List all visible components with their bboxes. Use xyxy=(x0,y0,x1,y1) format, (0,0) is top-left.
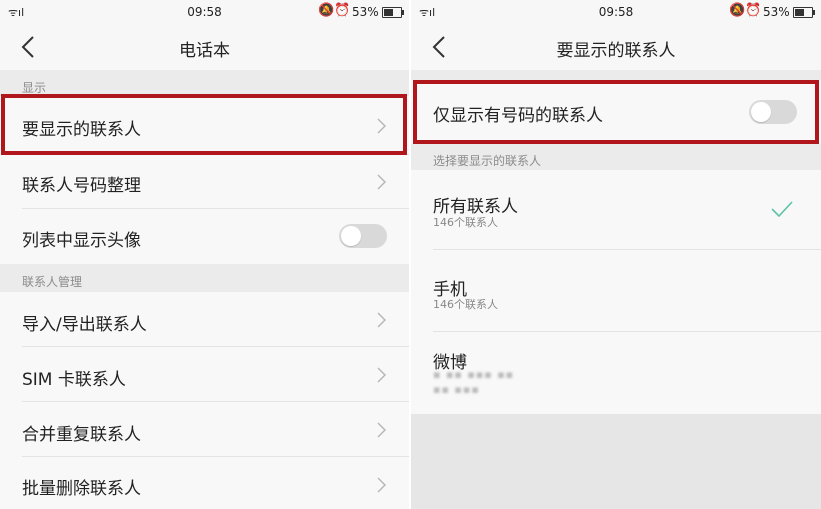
row-label: 合并重复联系人 xyxy=(22,425,141,445)
right-screen: ᯤıl 09:58 🔕⏰ 53% 要显示的联系人 仅显示有号码的联系人 选择要显… xyxy=(411,0,821,509)
option-weibo[interactable]: 微博 ▪ ▪▪ ▪▪▪ ▪▪ ▪▪ ▪▪▪ xyxy=(411,332,821,414)
show-avatars-toggle[interactable] xyxy=(339,224,387,248)
checkmark-icon xyxy=(771,201,793,217)
page-title: 要显示的联系人 xyxy=(556,41,676,61)
chevron-right-icon xyxy=(377,367,386,383)
app-header: 要显示的联系人 xyxy=(411,24,821,70)
app-header: 电话本 xyxy=(0,24,409,70)
row-label: 列表中显示头像 xyxy=(22,231,141,251)
row-import-export[interactable]: 导入/导出联系人 xyxy=(0,292,409,347)
option-count: 146个联系人 xyxy=(433,298,498,311)
battery-icon xyxy=(382,7,404,18)
section-header-display: 显示 xyxy=(0,70,409,96)
left-screen: ᯤıl 09:58 🔕⏰ 53% 电话本 显示 要显示的联系人 联系人号码整理 … xyxy=(0,0,409,509)
battery-percent: 53% xyxy=(352,5,379,19)
highlight-box xyxy=(413,80,819,144)
row-label: 联系人号码整理 xyxy=(22,176,141,196)
status-bar: ᯤıl 09:58 🔕⏰ 53% xyxy=(0,0,409,24)
option-count: 146个联系人 xyxy=(433,216,498,229)
row-label: 批量删除联系人 xyxy=(22,479,141,499)
alarm-icon: 🔕⏰ xyxy=(318,3,351,18)
row-label: SIM 卡联系人 xyxy=(22,370,126,390)
option-phone[interactable]: 手机 146个联系人 xyxy=(411,250,821,332)
section-header-choose: 选择要显示的联系人 xyxy=(411,144,821,170)
empty-area xyxy=(411,414,821,509)
row-sim-contacts[interactable]: SIM 卡联系人 xyxy=(0,347,409,402)
chevron-right-icon xyxy=(377,174,386,190)
row-batch-delete[interactable]: 批量删除联系人 xyxy=(0,457,409,509)
row-organize-numbers[interactable]: 联系人号码整理 xyxy=(0,155,409,209)
battery-icon xyxy=(793,7,815,18)
section-header-manage: 联系人管理 xyxy=(0,264,409,292)
battery-percent: 53% xyxy=(763,5,790,19)
row-merge-duplicates[interactable]: 合并重复联系人 xyxy=(0,402,409,457)
alarm-icon: 🔕⏰ xyxy=(729,3,762,18)
option-all-contacts[interactable]: 所有联系人 146个联系人 xyxy=(411,170,821,250)
page-title: 电话本 xyxy=(179,41,230,61)
highlight-box xyxy=(1,94,407,155)
chevron-right-icon xyxy=(377,312,386,328)
status-bar: ᯤıl 09:58 🔕⏰ 53% xyxy=(411,0,821,24)
option-count-blurred: ▪▪ ▪▪▪ xyxy=(433,383,480,396)
chevron-right-icon xyxy=(377,477,386,493)
section-spacer xyxy=(411,70,821,80)
option-count-blurred: ▪ ▪▪ ▪▪▪ ▪▪ xyxy=(433,368,515,381)
chevron-right-icon xyxy=(377,422,386,438)
row-show-avatars[interactable]: 列表中显示头像 xyxy=(0,209,409,264)
row-label: 导入/导出联系人 xyxy=(22,315,147,335)
